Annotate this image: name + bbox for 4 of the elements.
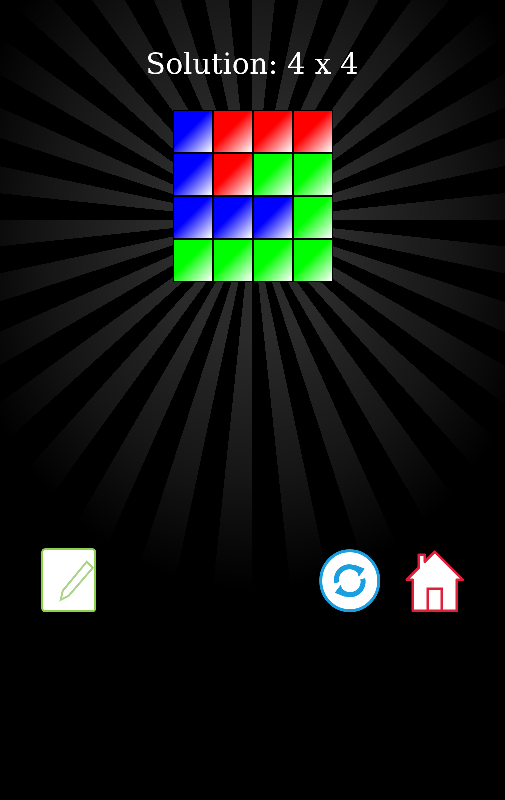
solution-title: Solution: 4 x 4 <box>146 46 360 83</box>
refresh-button[interactable] <box>319 549 381 613</box>
edit-button[interactable] <box>41 548 99 614</box>
home-button[interactable] <box>405 549 465 613</box>
